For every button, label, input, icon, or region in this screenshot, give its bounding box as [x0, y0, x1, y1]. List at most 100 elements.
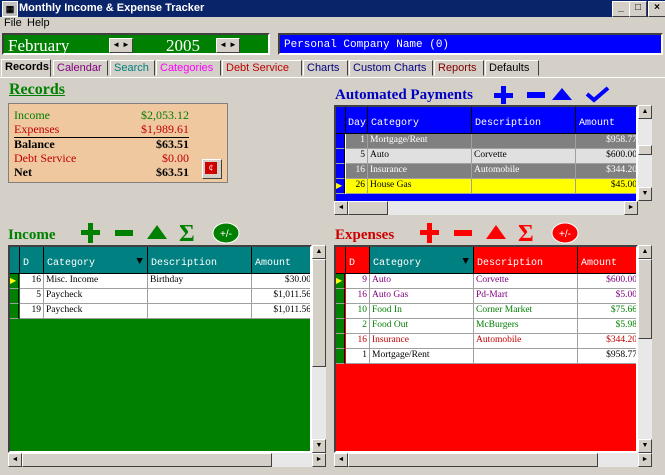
- table-row[interactable]: 1 Mortgage/Rent $958.77: [336, 349, 636, 364]
- tab-charts[interactable]: Charts: [303, 60, 348, 76]
- row-selector[interactable]: [336, 149, 345, 164]
- cell-day[interactable]: 1: [346, 134, 368, 149]
- cell-category[interactable]: Auto Gas: [370, 289, 474, 304]
- cell-description[interactable]: Corvette: [474, 274, 578, 289]
- col-amount-header[interactable]: Amount: [578, 247, 636, 274]
- menu-help[interactable]: Help: [27, 17, 50, 29]
- cell-category[interactable]: Mortgage/Rent: [370, 349, 474, 364]
- col-amount-header[interactable]: Amount: [576, 107, 636, 134]
- checkmark-icon[interactable]: [585, 86, 610, 103]
- scroll-up-icon[interactable]: ▲: [638, 105, 652, 119]
- cell-amount[interactable]: $344.20: [578, 334, 636, 349]
- col-amount-header[interactable]: Amount: [252, 247, 310, 274]
- plus-minus-icon[interactable]: +/-: [551, 222, 579, 244]
- col-category-header[interactable]: Category ▼: [370, 247, 474, 274]
- scroll-left-icon[interactable]: ◄: [334, 453, 348, 467]
- cell-amount[interactable]: $5.98: [578, 319, 636, 334]
- cell-description[interactable]: McBurgers: [474, 319, 578, 334]
- cell-day[interactable]: 10: [346, 304, 370, 319]
- table-row[interactable]: 16 Insurance Automobile $344.20: [336, 334, 636, 349]
- sigma-icon[interactable]: Σ: [518, 221, 534, 246]
- row-selector[interactable]: [336, 164, 345, 179]
- col-day-header[interactable]: Day: [346, 107, 368, 134]
- cell-amount[interactable]: $45.00: [576, 179, 636, 194]
- cell-category[interactable]: Auto: [368, 149, 472, 164]
- add-icon[interactable]: [494, 86, 513, 104]
- row-selector[interactable]: ▶: [336, 274, 345, 289]
- scroll-thumb[interactable]: [22, 453, 272, 467]
- cell-amount[interactable]: $344.20: [576, 164, 636, 179]
- scroll-down-icon[interactable]: ▼: [312, 439, 326, 453]
- scroll-thumb[interactable]: [348, 453, 598, 467]
- cell-description[interactable]: Automobile: [472, 164, 576, 179]
- row-selector[interactable]: ▶: [10, 274, 19, 289]
- cell-amount[interactable]: $30.00: [252, 274, 310, 289]
- col-day-header[interactable]: D: [20, 247, 44, 274]
- scroll-thumb[interactable]: [312, 259, 326, 367]
- table-row[interactable]: ▶ 26 House Gas $45.00: [336, 179, 636, 194]
- cell-amount[interactable]: $5.00: [578, 289, 636, 304]
- row-selector[interactable]: [336, 134, 345, 149]
- cell-category[interactable]: Misc. Income: [44, 274, 148, 289]
- expenses-vscroll[interactable]: ▲ ▼: [638, 245, 652, 453]
- col-description-header[interactable]: Description: [472, 107, 576, 134]
- scroll-down-icon[interactable]: ▼: [638, 187, 652, 201]
- cell-day[interactable]: 16: [20, 274, 44, 289]
- cell-day[interactable]: 5: [346, 149, 368, 164]
- scroll-down-icon[interactable]: ▼: [638, 439, 652, 453]
- scroll-right-icon[interactable]: ►: [312, 453, 326, 467]
- minimize-button[interactable]: _: [612, 1, 630, 17]
- scroll-thumb[interactable]: [638, 145, 652, 155]
- close-button[interactable]: ×: [648, 1, 665, 17]
- tab-custom-charts[interactable]: Custom Charts: [349, 60, 433, 76]
- scroll-up-icon[interactable]: ▲: [312, 245, 326, 259]
- year-spinner[interactable]: ◄ ►: [216, 38, 240, 53]
- expenses-grid[interactable]: D Category ▼ Description Amount ▶ 9 Auto Cor…: [334, 245, 638, 453]
- cell-description[interactable]: Corvette: [472, 149, 576, 164]
- row-selector[interactable]: [336, 334, 345, 349]
- scroll-thumb[interactable]: [348, 201, 388, 215]
- cell-day[interactable]: 16: [346, 289, 370, 304]
- col-description-header[interactable]: Description: [474, 247, 578, 274]
- cell-day[interactable]: 26: [346, 179, 368, 194]
- sigma-icon[interactable]: Σ: [179, 221, 195, 246]
- automated-hscroll[interactable]: ◄ ►: [334, 201, 638, 215]
- table-row[interactable]: ▶ 9 Auto Corvette $600.00: [336, 274, 636, 289]
- cell-category[interactable]: Insurance: [370, 334, 474, 349]
- cell-amount[interactable]: $1,011.56: [252, 304, 310, 319]
- expenses-hscroll[interactable]: ◄ ►: [334, 453, 652, 467]
- cell-day[interactable]: 2: [346, 319, 370, 334]
- add-icon[interactable]: [420, 223, 439, 243]
- cell-amount[interactable]: $600.00: [576, 149, 636, 164]
- table-row[interactable]: 2 Food Out McBurgers $5.98: [336, 319, 636, 334]
- scroll-thumb[interactable]: [638, 259, 652, 339]
- cell-amount[interactable]: $958.77: [576, 134, 636, 149]
- row-selector[interactable]: ▶: [336, 179, 345, 194]
- plus-minus-icon[interactable]: +/-: [212, 222, 240, 244]
- cell-category[interactable]: Auto: [370, 274, 474, 289]
- cell-amount[interactable]: $600.00: [578, 274, 636, 289]
- cell-day[interactable]: 16: [346, 164, 368, 179]
- maximize-button[interactable]: □: [629, 1, 647, 17]
- row-selector[interactable]: [336, 289, 345, 304]
- remove-icon[interactable]: [115, 230, 133, 236]
- tab-records[interactable]: Records: [1, 59, 51, 77]
- table-row[interactable]: 16 Auto Gas Pd-Mart $5.00: [336, 289, 636, 304]
- cell-category[interactable]: Paycheck: [44, 289, 148, 304]
- tab-defaults[interactable]: Defaults: [485, 60, 539, 76]
- income-grid[interactable]: D Category ▼ Description Amount ▶ 16 Misc. …: [8, 245, 312, 453]
- up-triangle-icon[interactable]: [147, 225, 167, 239]
- cell-day[interactable]: 9: [346, 274, 370, 289]
- cell-category[interactable]: Insurance: [368, 164, 472, 179]
- income-hscroll[interactable]: ◄ ►: [8, 453, 326, 467]
- scroll-up-icon[interactable]: ▲: [638, 245, 652, 259]
- remove-icon[interactable]: [527, 92, 545, 98]
- remove-icon[interactable]: [454, 230, 472, 236]
- cell-amount[interactable]: $75.66: [578, 304, 636, 319]
- cell-description[interactable]: [472, 134, 576, 149]
- tab-search[interactable]: Search: [110, 60, 155, 76]
- table-row[interactable]: 16 Insurance Automobile $344.20: [336, 164, 636, 179]
- col-day-header[interactable]: D: [346, 247, 370, 274]
- scroll-right-icon[interactable]: ►: [624, 201, 638, 215]
- row-selector[interactable]: [10, 289, 19, 304]
